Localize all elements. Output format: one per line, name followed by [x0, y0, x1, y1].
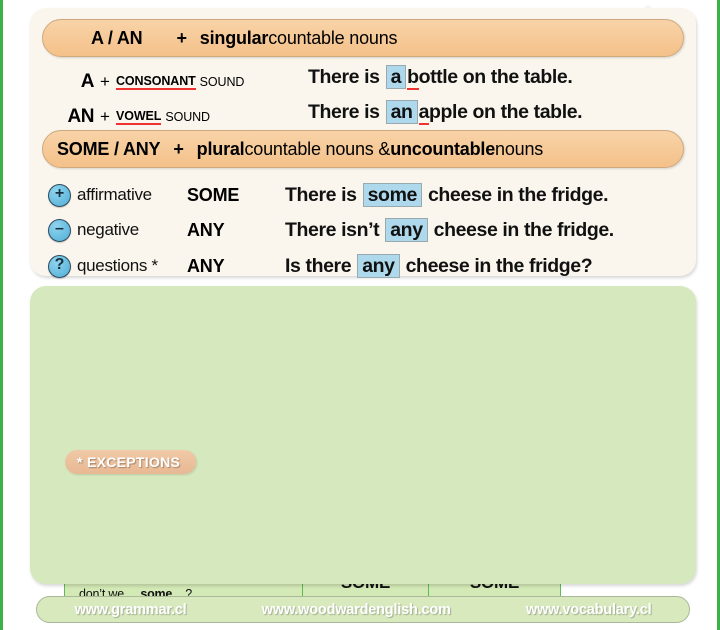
- sentence-a-pre: There is: [308, 66, 385, 88]
- minus-circle-icon: –: [48, 218, 71, 242]
- sentence-an-pre: There is: [308, 101, 385, 123]
- rule-plus-an: +: [100, 107, 110, 126]
- rule-sound-type-consonant: CONSONANT: [116, 73, 196, 90]
- rule-sound-type-vowel: VOWEL: [116, 108, 162, 125]
- footer-link-vocabulary[interactable]: www.vocabulary.cl: [526, 602, 652, 618]
- some-any-banner-mid: countable nouns &: [244, 138, 391, 159]
- example-sentence-a: There is a bottle on the table.: [308, 65, 573, 90]
- sa-neg-highlight: any: [385, 217, 428, 242]
- some-any-row-affirmative: + affirmative SOME There is some cheese …: [48, 178, 688, 212]
- rule-article-a: A: [80, 71, 95, 92]
- summary-table-panel: [30, 286, 696, 584]
- some-any-word-questions: ANY: [187, 255, 225, 276]
- plus-circle-icon: +: [48, 183, 71, 207]
- sa-aff-pre: There is: [285, 183, 362, 206]
- some-any-row-questions: ? questions * ANY Is there any cheese in…: [48, 249, 688, 283]
- sa-aff-post: cheese in the fridge.: [422, 183, 609, 206]
- footer-links-bar: www.grammar.cl www.woodwardenglish.com w…: [36, 596, 690, 623]
- sentence-a-highlight: a: [385, 65, 407, 89]
- sentence-a-first-letter: b: [407, 66, 419, 90]
- some-any-row-negative: – negative ANY There isn’t any cheese in…: [48, 213, 688, 247]
- rule-article-an: AN: [67, 106, 95, 127]
- some-any-banner-bold-1: plural: [196, 138, 245, 159]
- rule-sound-word-a: SOUND: [199, 75, 245, 89]
- rule-plus-a: +: [100, 72, 110, 91]
- some-any-word-negative: ANY: [187, 219, 225, 240]
- some-any-banner-article: SOME / ANY: [57, 138, 161, 159]
- sa-neg-post: cheese in the fridge.: [428, 218, 615, 241]
- some-any-banner-bold-2: uncountable: [390, 138, 496, 159]
- grammar-chart-page: Woodward ENGLISH Woodward ENGLISH A / AN…: [0, 0, 720, 630]
- a-an-banner-bold: singular: [199, 27, 269, 48]
- articles-panel: A / AN + singular countable nouns A + CO…: [30, 8, 696, 278]
- a-an-banner-article: A / AN: [91, 27, 143, 48]
- sa-neg-pre: There isn’t: [285, 218, 385, 241]
- some-any-kind-affirmative: affirmative: [77, 185, 152, 204]
- footer-link-woodwardenglish[interactable]: www.woodwardenglish.com: [262, 602, 451, 618]
- sentence-a-post: ottle on the table.: [418, 66, 573, 88]
- sa-aff-highlight: some: [362, 182, 422, 207]
- some-any-sentence-affirmative: There is some cheese in the fridge.: [285, 182, 609, 207]
- example-sentence-an: There is an apple on the table.: [308, 100, 583, 125]
- sentence-an-highlight: an: [385, 100, 418, 124]
- rule-sound-word-an: SOUND: [165, 110, 210, 124]
- question-circle-icon: ?: [48, 254, 71, 278]
- some-any-banner: SOME / ANY + plural countable nouns & un…: [42, 130, 684, 168]
- a-an-banner: A / AN + singular countable nouns: [42, 19, 684, 57]
- some-any-kind-negative: negative: [77, 220, 139, 239]
- some-any-sentence-negative: There isn’t any cheese in the fridge.: [285, 217, 615, 242]
- footer-link-grammar[interactable]: www.grammar.cl: [75, 602, 187, 618]
- a-an-banner-rest: countable nouns: [268, 27, 398, 48]
- some-any-sentence-questions: Is there any cheese in the fridge?: [285, 253, 593, 278]
- some-any-banner-rest: nouns: [495, 138, 544, 159]
- sentence-an-post: pple on the table.: [429, 101, 583, 123]
- some-any-word-affirmative: SOME: [187, 184, 240, 205]
- sa-q-pre: Is there: [285, 254, 357, 277]
- a-an-banner-plus: +: [176, 27, 187, 48]
- sentence-an-first-letter: a: [418, 101, 430, 125]
- sa-q-highlight: any: [357, 253, 400, 278]
- exceptions-badge: * EXCEPTIONS: [65, 450, 197, 474]
- sa-q-post: cheese in the fridge?: [400, 254, 593, 277]
- some-any-kind-questions: questions *: [77, 256, 158, 275]
- some-any-banner-plus: +: [173, 138, 184, 159]
